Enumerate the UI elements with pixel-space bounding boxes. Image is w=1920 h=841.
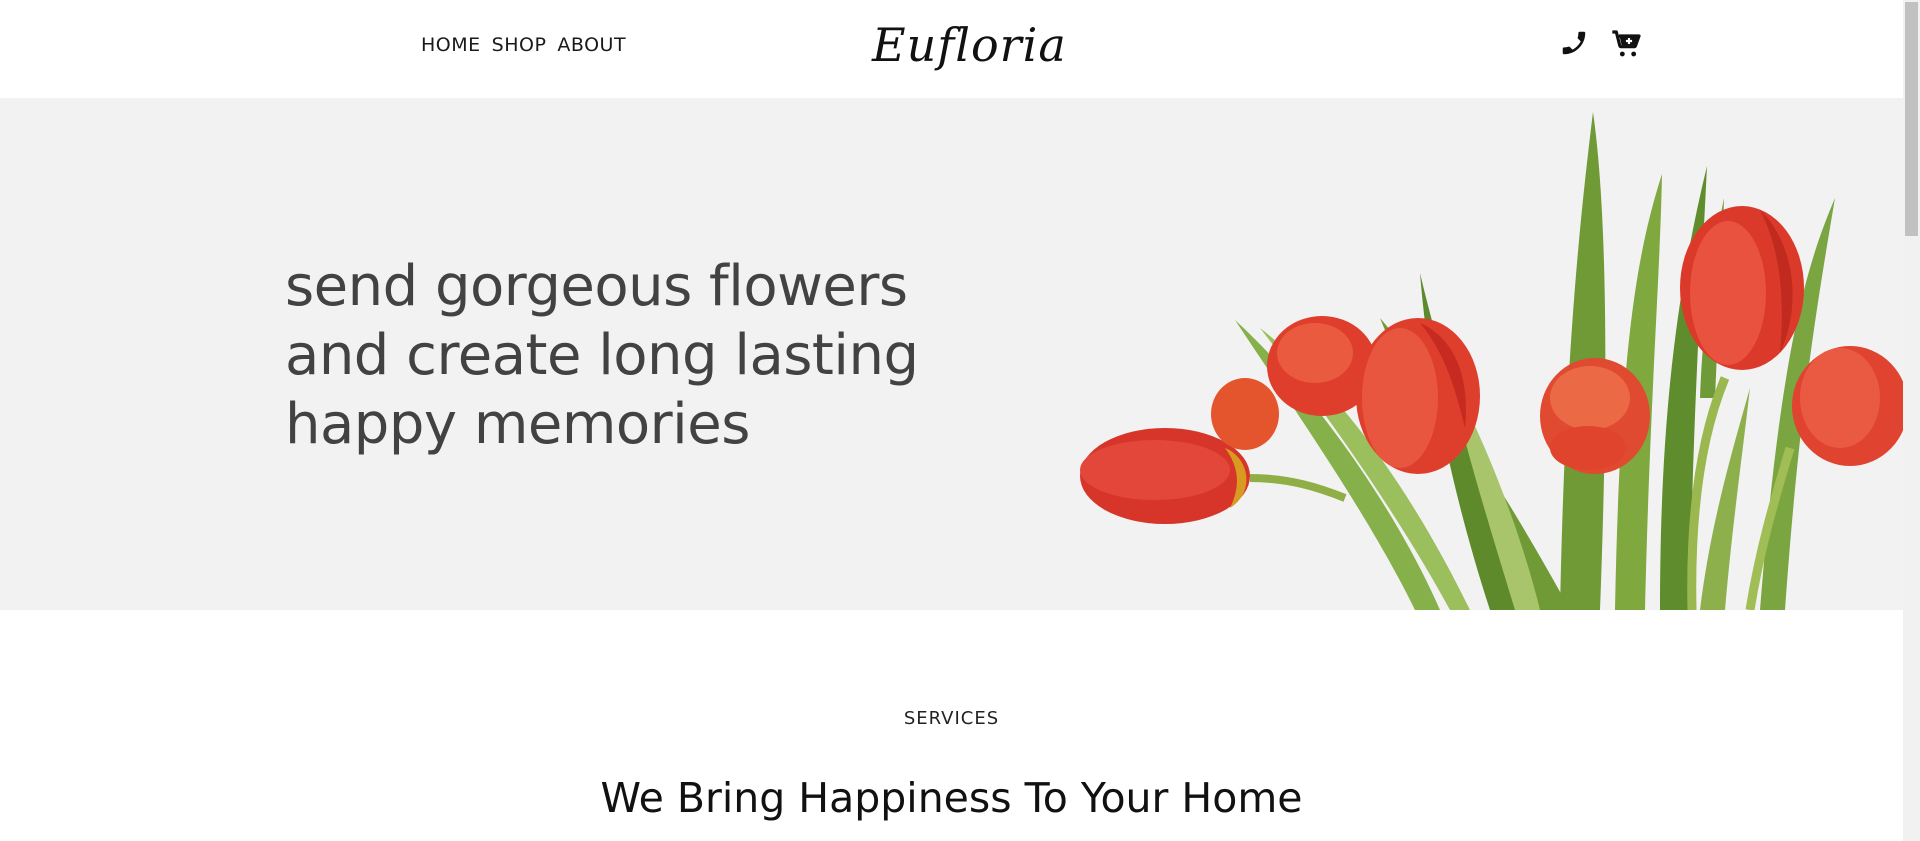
page: HOME SHOP ABOUT Eufloria send gorgeous f…	[0, 0, 1903, 841]
site-logo[interactable]: Eufloria	[872, 18, 1067, 72]
main-nav: HOME SHOP ABOUT	[421, 34, 626, 56]
tulip-head	[1792, 346, 1903, 466]
tulip-head	[1211, 378, 1279, 450]
hero-tagline-line: send gorgeous flowers	[285, 254, 908, 319]
services-title: We Bring Happiness To Your Home	[600, 774, 1303, 823]
cart-icon[interactable]	[1611, 28, 1643, 60]
tulips-image	[1080, 112, 1903, 610]
hero-tagline-line: and create long lasting	[285, 323, 919, 388]
nav-home-link[interactable]: HOME	[421, 34, 481, 56]
scrollbar-thumb[interactable]	[1905, 2, 1918, 236]
phone-icon[interactable]	[1559, 28, 1591, 60]
tulip-head	[1680, 206, 1804, 370]
hero-tagline: send gorgeous flowers and create long la…	[285, 252, 919, 459]
page-scrollbar[interactable]	[1903, 0, 1920, 841]
tulip-head	[1356, 318, 1480, 474]
nav-shop-link[interactable]: SHOP	[492, 34, 547, 56]
hero-banner: send gorgeous flowers and create long la…	[0, 98, 1903, 610]
hero-tagline-line: happy memories	[285, 392, 750, 457]
tulip-head	[1540, 358, 1650, 474]
services-label: SERVICES	[903, 708, 1000, 729]
nav-about-link[interactable]: ABOUT	[557, 34, 626, 56]
site-header: HOME SHOP ABOUT Eufloria	[0, 0, 1903, 98]
